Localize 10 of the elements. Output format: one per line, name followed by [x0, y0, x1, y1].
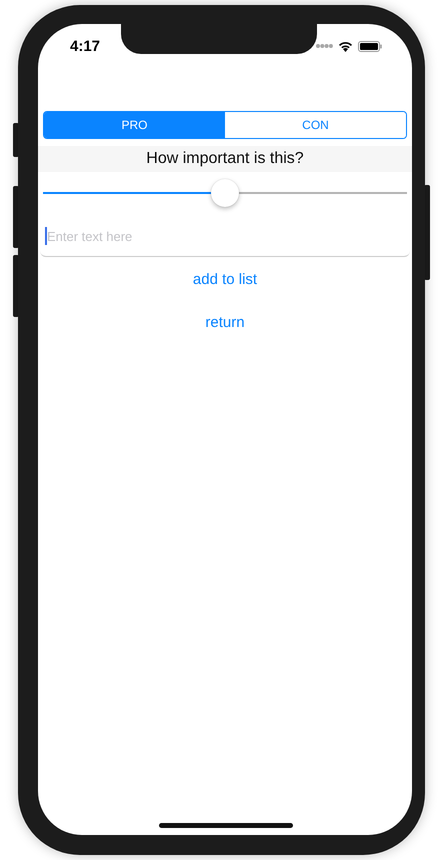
add-to-list-button[interactable]: add to list [186, 269, 264, 290]
question-label: How important is this? [146, 150, 304, 168]
wifi-icon [338, 40, 353, 52]
segment-tab[interactable]: PRO [44, 112, 225, 138]
return-button[interactable]: return [199, 312, 251, 333]
status-time: 4:17 [70, 38, 100, 54]
slider-thumb[interactable] [211, 179, 239, 207]
battery-icon [358, 40, 382, 52]
signal-icon [316, 44, 333, 48]
text-input-field[interactable]: Enter text here [40, 216, 410, 257]
